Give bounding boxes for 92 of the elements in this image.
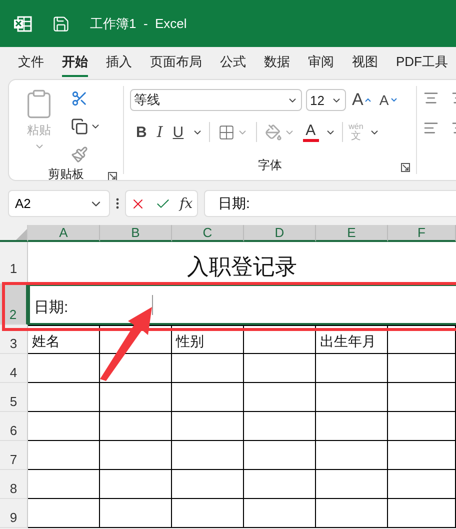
table-cell: [28, 354, 100, 383]
sheet-title: 入职登记录: [187, 253, 297, 281]
table-cell: [244, 470, 316, 499]
ribbon-tab[interactable]: 插入: [106, 48, 132, 76]
table-cell: [244, 383, 316, 412]
ribbon-tab[interactable]: 开始: [62, 48, 88, 76]
table-cell: [172, 470, 244, 499]
row-header[interactable]: 6: [0, 412, 28, 441]
grow-font-button[interactable]: A: [350, 88, 374, 112]
ribbon-tab[interactable]: 页面布局: [150, 48, 202, 76]
table-cell: [316, 412, 388, 441]
formula-field[interactable]: 日期:: [204, 190, 456, 217]
shrink-font-button[interactable]: A: [377, 88, 399, 112]
table-cell: [172, 499, 244, 528]
table-cell: [316, 441, 388, 470]
table-cell: [316, 470, 388, 499]
table-cell: [388, 470, 456, 499]
column-header[interactable]: D: [244, 225, 316, 242]
table-cell: [100, 441, 172, 470]
table-cell: [244, 412, 316, 441]
table-cell: [316, 354, 388, 383]
table-cell: [388, 325, 456, 354]
column-header[interactable]: C: [172, 225, 244, 242]
table-cell: [244, 325, 316, 354]
table-cell: [172, 412, 244, 441]
row-header[interactable]: 4: [0, 354, 28, 383]
group-label: 剪贴板: [48, 166, 84, 180]
spreadsheet-app-icon[interactable]: [14, 16, 32, 32]
table-cell: [388, 383, 456, 412]
scissors-icon: [71, 90, 88, 106]
table-cell: [244, 441, 316, 470]
text-cursor: [152, 295, 153, 315]
dialog-launcher-icon[interactable]: [108, 172, 117, 180]
table-cell: [28, 470, 100, 499]
table-cell: 姓名: [28, 325, 100, 354]
underline-button[interactable]: U: [170, 120, 186, 144]
row-header[interactable]: 9: [0, 499, 28, 528]
table-cell: 出生年月: [316, 325, 388, 354]
ribbon-tab[interactable]: 审阅: [308, 48, 334, 76]
name-box[interactable]: A2: [8, 190, 110, 217]
paintbrush-icon: [71, 146, 88, 162]
ribbon-tab[interactable]: 数据: [264, 48, 290, 76]
table-cell: [100, 412, 172, 441]
ribbon-tab[interactable]: 公式: [220, 48, 246, 76]
font-name-dropdown[interactable]: 等线: [130, 89, 302, 111]
table-cell: [244, 499, 316, 528]
column-header[interactable]: E: [316, 225, 388, 242]
table-cell: [244, 354, 316, 383]
align-top-icon[interactable]: [423, 90, 439, 106]
caret-icon: [390, 98, 397, 102]
ribbon-tab[interactable]: PDF工具: [396, 48, 448, 76]
table-cell: [172, 441, 244, 470]
ribbon-tab[interactable]: 视图: [352, 48, 378, 76]
table-cell: [100, 499, 172, 528]
save-icon[interactable]: [52, 14, 70, 32]
table-cell: [28, 499, 100, 528]
table-cell: [316, 499, 388, 528]
column-header[interactable]: F: [388, 225, 456, 242]
dialog-launcher-icon[interactable]: [401, 163, 410, 172]
font-size-dropdown[interactable]: 12: [306, 89, 346, 111]
table-cell: [388, 441, 456, 470]
table-cell: 性别: [172, 325, 244, 354]
table-cell: [28, 412, 100, 441]
group-label: 字体: [258, 156, 282, 174]
row-header[interactable]: 5: [0, 383, 28, 412]
align-left-icon[interactable]: [423, 120, 439, 136]
table-cell: [316, 383, 388, 412]
paint-bucket-icon: [264, 124, 282, 140]
row-header[interactable]: 8: [0, 470, 28, 499]
ribbon-tab[interactable]: 文件: [18, 48, 44, 76]
insert-function-button[interactable]: fx: [180, 196, 193, 212]
table-cell: [388, 412, 456, 441]
italic-button[interactable]: I: [154, 120, 165, 144]
table-cell: [172, 383, 244, 412]
borders-icon: [218, 124, 235, 140]
column-header[interactable]: A: [28, 225, 100, 242]
table-cell: [100, 470, 172, 499]
copy-icon: [71, 118, 88, 134]
row-header[interactable]: 1: [0, 242, 28, 284]
window-title: 工作簿1 - Excel: [90, 14, 187, 32]
bold-button[interactable]: B: [134, 120, 149, 144]
table-cell: [172, 354, 244, 383]
table-cell: [28, 383, 100, 412]
caret-up-icon: [365, 98, 372, 102]
row-header[interactable]: 7: [0, 441, 28, 470]
table-cell: [388, 499, 456, 528]
table-cell: [388, 354, 456, 383]
table-cell: [28, 441, 100, 470]
font-color-button[interactable]: A: [302, 122, 319, 142]
table-cell: [100, 383, 172, 412]
more-icon[interactable]: [116, 198, 119, 209]
column-header[interactable]: B: [100, 225, 172, 242]
